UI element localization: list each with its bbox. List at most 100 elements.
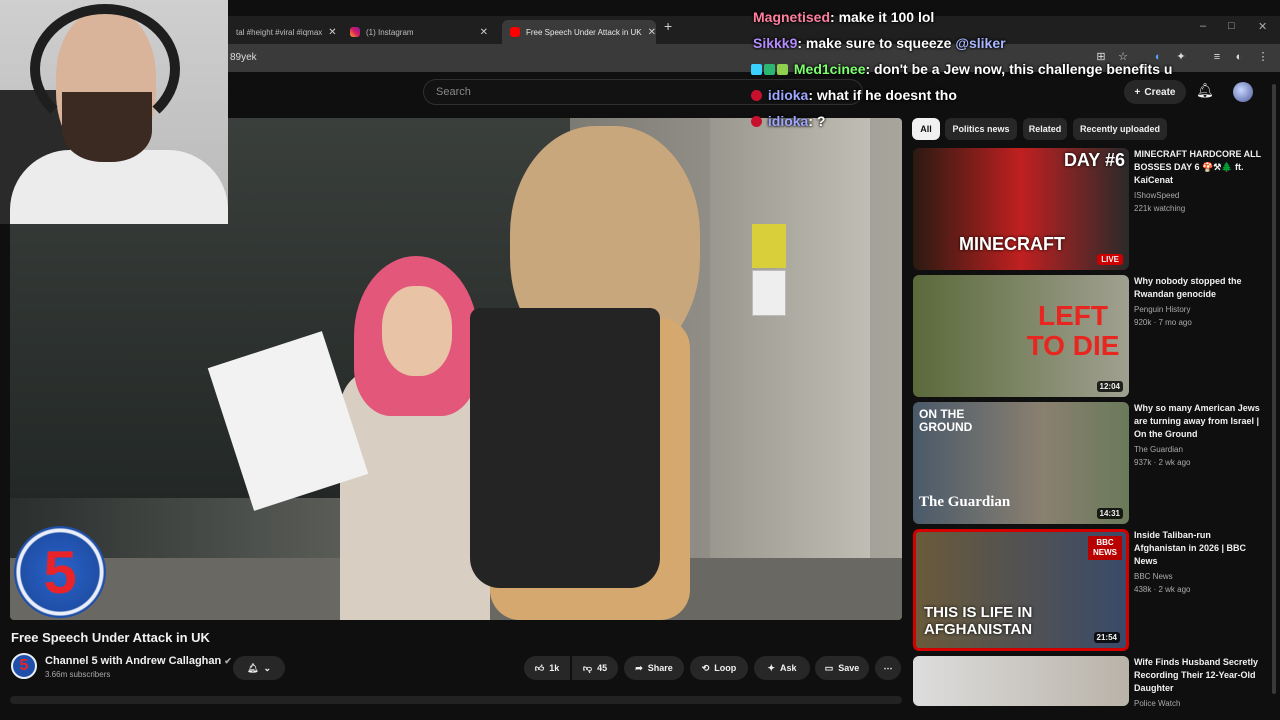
close-window-button[interactable]: ✕ [1258,20,1267,33]
subscriber-count: 3.66m subscribers [45,670,111,679]
rec-channel-1[interactable]: IShowSpeed [1134,191,1179,200]
chat-message: Magnetised: make it 100 lol [753,9,934,25]
chat-mention: @sliker [955,35,1006,51]
thumb-4-text: THIS IS LIFE IN AFGHANISTAN [924,604,1033,638]
rec-title-5[interactable]: Wife Finds Husband Secretly Recording Th… [1134,656,1264,695]
rec-thumbnail-4[interactable]: BBC NEWS THIS IS LIFE IN AFGHANISTAN 21:… [913,529,1129,651]
video-title: Free Speech Under Attack in UK [11,630,210,645]
media-icon[interactable]: ≡ [1210,50,1224,64]
loop-icon: ⟲ [701,662,710,673]
rec-title-2[interactable]: Why nobody stopped the Rwandan genocide [1134,275,1264,301]
chat-username: idioka [767,87,809,103]
more-actions-button[interactable]: ⋯ [875,656,901,680]
profile-icon[interactable]: ◐ [1232,50,1246,64]
chat-text: : what if he doesnt tho [808,87,957,103]
headphones-icon [30,4,180,134]
browser-menu-icon[interactable]: ⋮ [1256,50,1270,64]
rec-title-3[interactable]: Why so many American Jews are turning aw… [1134,402,1264,441]
rec-thumbnail-2[interactable]: LEFT TO DIE 12:04 [913,275,1129,397]
browser-tab-2-label: (1) Instagram [366,27,414,37]
video-scene-woman-face [382,286,452,376]
save-button[interactable]: ▭ Save [815,656,869,680]
youtube-icon [510,27,520,37]
browser-tab-3-label: Free Speech Under Attack in UK [526,27,642,37]
browser-tab-2[interactable]: (1) Instagram ✕ [342,20,496,44]
thumb-3-text: ON THE GROUND [919,407,973,434]
chat-username: Magnetised [753,9,831,25]
chip-all[interactable]: All [912,118,940,140]
video-scene-vest [470,308,660,588]
chip-recently-uploaded[interactable]: Recently uploaded [1073,118,1167,140]
chat-username: Med1cinee [793,61,866,77]
loop-button[interactable]: ⟲ Loop [690,656,748,680]
maximize-button[interactable]: □ [1228,20,1235,32]
dislike-button[interactable]: 👎︎ 45 [572,656,618,680]
close-tab-icon[interactable]: ✕ [474,27,488,38]
thumb-4-sub: BBC NEWS [1088,536,1122,560]
chat-message: idioka: what if he doesnt tho [751,87,957,103]
browser-tab-3[interactable]: Free Speech Under Attack in UK ✕ [502,20,656,44]
rec-thumbnail-3[interactable]: ON THE GROUND The Guardian 14:31 [913,402,1129,524]
thumbs-down-icon: 👎︎ [582,662,593,673]
instagram-icon [350,27,360,37]
share-button[interactable]: ➦ Share [624,656,684,680]
notifications-bell-icon[interactable]: 🔔︎ [1196,82,1214,99]
close-tab-icon[interactable]: ✕ [642,27,656,38]
page-scrollbar[interactable] [1272,84,1276,694]
puzzle-icon[interactable]: ✦ [1174,50,1188,64]
rec-channel-5[interactable]: Police Watch [1134,699,1180,708]
channel-5-logo: 5 [14,526,106,618]
ask-button[interactable]: ✦ Ask [754,656,810,680]
duration-badge: 12:04 [1096,381,1123,392]
like-count: 1k [549,663,560,673]
new-tab-button[interactable]: + [664,18,672,34]
rec-thumbnail-5[interactable] [913,656,1129,706]
share-icon: ➦ [635,662,643,673]
rec-meta-1: 221k watching [1134,204,1186,213]
chat-badge-icon [751,116,762,127]
rec-title-4[interactable]: Inside Taliban-run Afghanistan in 2026 |… [1134,529,1264,568]
live-badge: LIVE [1097,254,1123,265]
thumb-1-sub: MINECRAFT [959,234,1065,254]
duration-badge: 21:54 [1093,632,1120,643]
thumb-1-text: DAY #6 [1063,150,1125,170]
chip-politics-news[interactable]: Politics news [945,118,1017,140]
streamer-webcam [0,0,228,224]
video-scene-sign [752,224,786,268]
minimize-button[interactable]: – [1200,20,1206,32]
chat-username: idioka [767,113,809,129]
verified-icon: ✔ [224,656,232,666]
sparkle-icon: ✦ [767,662,776,673]
address-url[interactable]: 89yek [230,52,257,63]
browser-tab-1[interactable]: tal #height #viral #iqmax ✕ [228,20,336,44]
dislike-count: 45 [597,663,608,673]
channel-name[interactable]: Channel 5 with Andrew Callaghan ✔ [45,655,232,667]
chat-badge-icon [751,90,762,101]
chat-text: : make it 100 lol [830,9,935,25]
rec-title-1[interactable]: MINECRAFT HARDCORE ALL BOSSES DAY 6 🍄⚒🌲 … [1134,148,1264,187]
rec-channel-4[interactable]: BBC News [1134,572,1173,581]
plus-icon: + [1134,86,1141,98]
like-button[interactable]: 👍︎ 1k [524,656,570,680]
create-button[interactable]: + Create [1124,80,1186,104]
close-tab-icon[interactable]: ✕ [322,27,336,38]
chat-badge-icon [764,64,775,75]
description-panel[interactable] [10,696,902,704]
rec-channel-2[interactable]: Penguin History [1134,305,1190,314]
chat-message: Sikkk9: make sure to squeeze @sliker [753,35,1006,51]
chip-related[interactable]: Related [1023,118,1067,140]
rec-meta-3: 937k · 2 wk ago [1134,458,1191,467]
chat-badge-icon [777,64,788,75]
chat-text: : ? [808,113,826,129]
thumb-3-sub: The Guardian [919,494,1011,510]
rec-thumbnail-1[interactable]: DAY #6 MINECRAFT LIVE [913,148,1129,270]
account-avatar[interactable] [1233,82,1253,102]
channel-avatar[interactable]: 5 [11,653,37,679]
video-scene-pillar [710,118,870,620]
chat-message: Med1cinee: don't be a Jew now, this chal… [751,61,1172,77]
create-label: Create [1144,86,1176,98]
rec-channel-3[interactable]: The Guardian [1134,445,1183,454]
duration-badge: 14:31 [1096,508,1123,519]
subscribe-notification-button[interactable]: 🔔︎ ⌄ [233,656,285,680]
chat-text: : don't be a Jew now, this challenge ben… [865,61,1173,77]
